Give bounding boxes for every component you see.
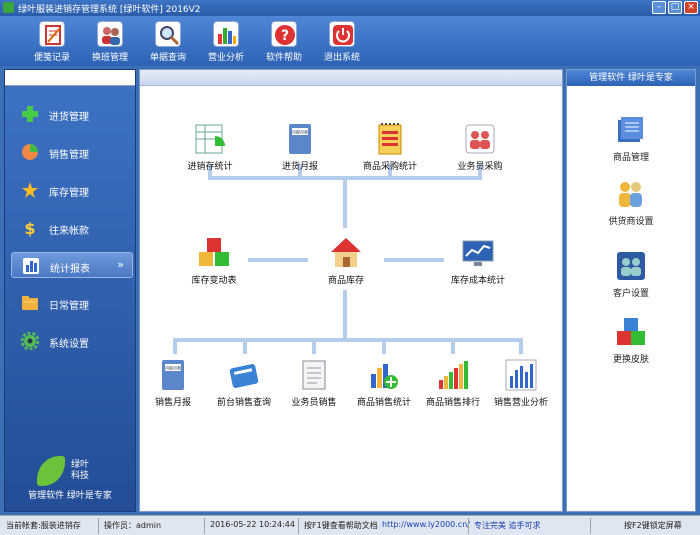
status-motto: 专注完美 追手可求 [474, 521, 541, 530]
notebook-icon [378, 123, 402, 155]
toolbar: 便笺记录 换班管理 单据查询 营业分析 ? 软件帮助 退出系统 [0, 16, 700, 66]
sidebar-item-settings[interactable]: 系统设置 [11, 328, 133, 354]
module-goods-stock[interactable]: 商品库存 [306, 236, 386, 286]
help-icon: ? [271, 21, 297, 47]
boxes-icon [199, 238, 229, 266]
spreadsheet-chart-icon [195, 124, 225, 154]
app-icon [3, 2, 14, 13]
module-sales-business-analysis[interactable]: 销售营业分析 [481, 358, 561, 408]
svg-text:月报月表: 月报月表 [292, 129, 308, 135]
leaf-icon [37, 456, 65, 486]
svg-text:月报月表: 月报月表 [165, 365, 181, 371]
users-swap-icon [97, 21, 123, 47]
status-account: 当前帐套:服装进销存 [6, 521, 81, 530]
bar-chart-icon [213, 21, 239, 47]
sidebar-item-accounts[interactable]: $ 往来帐款 [11, 215, 133, 241]
toolbar-query-button[interactable]: 单据查询 [140, 19, 196, 64]
bars-icon [23, 258, 39, 274]
status-bar: 当前帐套:服装进销存 操作员：admin 2016-05-22 10:24:44… [0, 515, 700, 535]
pie-icon [22, 144, 38, 160]
left-sidebar: 进货管理 销售管理 库存管理 $ 往来帐款 统计报表 » 日常管理 系统设置 绿… [4, 69, 136, 512]
sidebar-item-inventory[interactable]: 库存管理 [11, 177, 133, 203]
cubes-icon [617, 318, 645, 345]
minimize-button[interactable]: – [652, 1, 666, 14]
files-stack-icon [618, 117, 643, 142]
maximize-button[interactable]: □ [668, 1, 682, 14]
sidebar-item-reports[interactable]: 统计报表 » [11, 252, 133, 278]
main-header-strip [140, 70, 562, 86]
module-goods-sales-stats[interactable]: 商品销售统计 [344, 358, 424, 408]
right-shortcut-panel: 管理软件 绿叶是专家 商品管理 供货商设置 客户设置 更换皮肤 [566, 69, 696, 512]
module-staff-sales[interactable]: 业务员销售 [274, 358, 354, 408]
power-icon [329, 21, 355, 47]
toolbar-help-button[interactable]: ? 软件帮助 [256, 19, 312, 64]
brand-name: 绿叶 科技 [71, 460, 90, 481]
magnifier-icon [155, 21, 181, 47]
dollar-icon: $ [24, 219, 35, 237]
module-stock-change[interactable]: 库存变动表 [174, 236, 254, 286]
window-title: 绿叶服装进销存管理系统 [绿叶软件] 2016V2 [18, 5, 201, 15]
module-stock-flow-stats[interactable]: 进销存统计 [170, 122, 250, 172]
shortcut-customer-settings[interactable]: 客户设置 [581, 250, 681, 299]
shortcut-supplier-settings[interactable]: 供货商设置 [581, 178, 681, 227]
module-purchase-monthly[interactable]: 月报月表 进货月报 [260, 122, 340, 172]
monitor-chart-icon [462, 240, 494, 266]
house-icon [331, 238, 361, 267]
shortcut-change-skin[interactable]: 更换皮肤 [581, 316, 681, 365]
star-icon [22, 182, 38, 198]
connector-line [248, 258, 308, 262]
chevron-right-icon: » [117, 258, 124, 271]
svg-text:?: ? [281, 28, 289, 44]
sidebar-slogan: 管理软件 绿叶是专家 [28, 491, 112, 501]
connector-line [343, 290, 347, 340]
close-button[interactable]: × [684, 1, 698, 14]
status-operator: 操作员：admin [104, 521, 162, 530]
module-staff-purchase[interactable]: 业务员采购 [440, 122, 520, 172]
ranking-bars-icon [439, 361, 468, 389]
right-panel-header: 管理软件 绿叶是专家 [567, 70, 695, 86]
chart-add-icon [371, 364, 398, 389]
binder-icon [229, 364, 259, 388]
connector-line [312, 338, 316, 354]
connector-line [519, 338, 523, 354]
people-icon [465, 124, 495, 154]
module-sales-monthly[interactable]: 月报月表 销售月报 [133, 358, 213, 408]
connector-line [451, 338, 455, 354]
shortcut-goods-management[interactable]: 商品管理 [581, 114, 681, 163]
sidebar-item-purchase[interactable]: 进货管理 [11, 101, 133, 127]
connector-line [384, 258, 444, 262]
sidebar-item-daily[interactable]: 日常管理 [11, 290, 133, 316]
sidebar-item-sales[interactable]: 销售管理 [11, 139, 133, 165]
connector-line [343, 178, 347, 228]
connector-line [382, 338, 386, 354]
plus-icon [22, 106, 38, 122]
connector-line [173, 338, 523, 342]
customers-icon [617, 252, 645, 280]
toolbar-shift-button[interactable]: 换班管理 [82, 19, 138, 64]
toolbar-exit-button[interactable]: 退出系统 [314, 19, 370, 64]
analysis-chart-icon [505, 359, 537, 391]
toolbar-analysis-button[interactable]: 营业分析 [198, 19, 254, 64]
book-icon: 月报月表 [162, 360, 184, 390]
module-counter-sales-query[interactable]: 前台销售查询 [204, 358, 284, 408]
module-goods-purchase-stats[interactable]: 商品采购统计 [350, 122, 430, 172]
folder-icon [22, 296, 38, 310]
status-help-hint: 按F1键查看帮助文档 [304, 521, 378, 530]
main-report-panel: 进销存统计 月报月表 进货月报 商品采购统计 业务员采购 库存变动表 商品库存 … [139, 69, 563, 512]
status-lock-hint: 按F2键锁定屏幕 [624, 521, 682, 530]
module-stock-cost-stats[interactable]: 库存成本统计 [438, 236, 518, 286]
status-website-link[interactable]: http://www.ly2000.cn/ [382, 520, 470, 529]
toolbar-notes-button[interactable]: 便笺记录 [24, 19, 80, 64]
book-icon: 月报月表 [289, 124, 311, 154]
connector-line [243, 338, 247, 354]
status-datetime: 2016-05-22 10:24:44 [210, 520, 295, 529]
notepad-icon [39, 21, 65, 47]
title-bar: 绿叶服装进销存管理系统 [绿叶软件] 2016V2 – □ × [0, 0, 700, 16]
svg-text:$: $ [24, 219, 35, 237]
sidebar-header-strip [5, 70, 135, 86]
document-icon [302, 360, 326, 390]
group-icon [619, 182, 642, 207]
connector-line [173, 338, 177, 354]
gear-icon [21, 332, 39, 350]
